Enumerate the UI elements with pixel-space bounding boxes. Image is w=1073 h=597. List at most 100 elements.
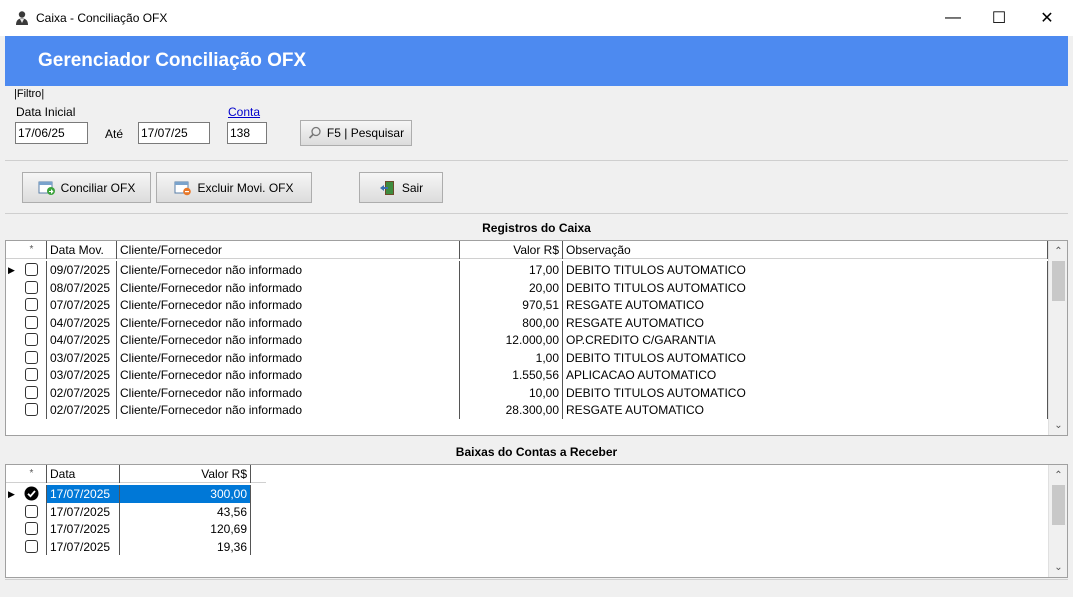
table-row[interactable]: 17/07/2025 43,56 [6, 502, 251, 520]
checkbox-icon[interactable] [25, 385, 38, 399]
cell-observacao: DEBITO TITULOS AUTOMATICO [563, 261, 1048, 279]
cell-valor: 800,00 [460, 313, 563, 331]
row-checkbox[interactable] [17, 296, 47, 314]
row-indicator [6, 538, 17, 556]
pesquisar-button[interactable]: F5 | Pesquisar [300, 120, 412, 146]
row-checkbox[interactable] [17, 348, 47, 366]
row-indicator [6, 366, 17, 384]
table-row[interactable]: 03/07/2025 Cliente/Fornecedor não informa… [6, 348, 1048, 366]
scroll-up-icon[interactable]: ⌃ [1049, 467, 1067, 484]
col-data[interactable]: Data [47, 465, 120, 483]
cell-observacao: RESGATE AUTOMATICO [563, 313, 1048, 331]
checked-icon[interactable] [24, 486, 39, 501]
cell-valor: 43,56 [120, 502, 251, 520]
scroll-thumb[interactable] [1052, 485, 1065, 525]
conciliar-label: Conciliar OFX [60, 180, 136, 195]
checkbox-icon[interactable] [25, 522, 38, 536]
row-checkbox[interactable] [17, 331, 47, 349]
conta-link[interactable]: Conta [228, 105, 260, 119]
table-row[interactable]: 07/07/2025 Cliente/Fornecedor não informa… [6, 296, 1048, 314]
conta-input[interactable] [227, 122, 267, 144]
cell-valor: 300,00 [120, 485, 251, 503]
table-row[interactable]: 17/07/2025 120,69 [6, 520, 251, 538]
cell-cliente: Cliente/Fornecedor não informado [117, 383, 460, 401]
col-data-mov[interactable]: Data Mov. [47, 241, 117, 259]
cell-cliente: Cliente/Fornecedor não informado [117, 296, 460, 314]
checkbox-icon[interactable] [25, 263, 38, 277]
cell-data: 17/07/2025 [47, 502, 120, 520]
scroll-down-icon[interactable]: ⌄ [1049, 417, 1067, 434]
data-inicial-input[interactable] [15, 122, 88, 144]
conciliar-ofx-button[interactable]: Conciliar OFX [22, 172, 151, 203]
row-indicator [6, 331, 17, 349]
row-checkbox[interactable] [17, 366, 47, 384]
cell-valor: 19,36 [120, 537, 251, 555]
row-checkbox[interactable] [17, 313, 47, 331]
window-title: Caixa - Conciliação OFX [36, 11, 168, 25]
checkbox-icon[interactable] [25, 368, 38, 382]
row-checkbox[interactable] [17, 278, 47, 296]
scroll-up-icon[interactable]: ⌃ [1049, 243, 1067, 260]
data-final-input[interactable] [138, 122, 210, 144]
row-checkbox[interactable] [17, 485, 47, 503]
table-row[interactable]: ▶ 17/07/2025 300,00 [6, 485, 251, 503]
excluir-movi-ofx-button[interactable]: Excluir Movi. OFX [156, 172, 312, 203]
table-row[interactable]: ▶ 09/07/2025 Cliente/Fornecedor não inform… [6, 261, 1048, 279]
checkbox-icon[interactable] [25, 350, 38, 364]
row-checkbox[interactable] [17, 261, 47, 279]
checkbox-icon[interactable] [25, 504, 38, 518]
registros-scrollbar[interactable]: ⌃ ⌄ [1048, 241, 1067, 435]
window: Caixa - Conciliação OFX — ☐ ✕ Gerenciado… [0, 0, 1073, 597]
cell-valor: 17,00 [460, 261, 563, 279]
cell-cliente: Cliente/Fornecedor não informado [117, 348, 460, 366]
table-row[interactable]: 04/07/2025 Cliente/Fornecedor não informa… [6, 331, 1048, 349]
table-row[interactable]: 04/07/2025 Cliente/Fornecedor não informa… [6, 313, 1048, 331]
table-row[interactable]: 08/07/2025 Cliente/Fornecedor não informa… [6, 278, 1048, 296]
row-checkbox[interactable] [17, 520, 47, 538]
checkbox-icon[interactable] [25, 315, 38, 329]
scroll-down-icon[interactable]: ⌄ [1049, 559, 1067, 576]
ate-label: Até [105, 127, 124, 141]
checkbox-icon[interactable] [25, 280, 38, 294]
cell-data-mov: 03/07/2025 [47, 348, 117, 366]
filter-group: |Filtro| Data Inicial Até Conta F5 | Pes… [5, 86, 1068, 161]
minimize-button[interactable]: — [930, 0, 976, 36]
table-row[interactable]: 02/07/2025 Cliente/Fornecedor não informa… [6, 401, 1048, 419]
baixas-scrollbar[interactable]: ⌃ ⌄ [1048, 465, 1067, 577]
row-indicator-icon: ▶ [8, 264, 15, 275]
row-indicator-icon: ▶ [8, 488, 15, 499]
sair-button[interactable]: Sair [359, 172, 443, 203]
page-title: Gerenciador Conciliação OFX [38, 50, 307, 71]
scroll-thumb[interactable] [1052, 261, 1065, 301]
table-row[interactable]: 03/07/2025 Cliente/Fornecedor não informa… [6, 366, 1048, 384]
cell-observacao: RESGATE AUTOMATICO [563, 296, 1048, 314]
cell-valor: 1.550,56 [460, 366, 563, 384]
status-bar [5, 579, 1068, 597]
table-row[interactable]: 02/07/2025 Cliente/Fornecedor não informa… [6, 383, 1048, 401]
col-observacao[interactable]: Observação [563, 241, 1048, 259]
col-valor[interactable]: Valor R$ [120, 465, 251, 483]
checkbox-icon[interactable] [25, 403, 38, 417]
checkbox-icon[interactable] [25, 539, 38, 553]
cell-data-mov: 07/07/2025 [47, 296, 117, 314]
col-valor[interactable]: Valor R$ [460, 241, 563, 259]
cell-data: 17/07/2025 [47, 520, 120, 538]
cell-data-mov: 02/07/2025 [47, 383, 117, 401]
checkbox-icon[interactable] [25, 298, 38, 312]
baixas-grid[interactable]: * Data Valor R$ ▶ 17/07/2025 300,00 17/07/2… [5, 464, 1068, 578]
cell-valor: 970,51 [460, 296, 563, 314]
row-checkbox[interactable] [17, 537, 47, 555]
table-row[interactable]: 17/07/2025 19,36 [6, 537, 251, 556]
registros-grid[interactable]: * Data Mov. Cliente/Fornecedor Valor R$ … [5, 240, 1068, 436]
col-cliente[interactable]: Cliente/Fornecedor [117, 241, 460, 259]
filter-legend: |Filtro| [14, 88, 45, 100]
row-checkbox[interactable] [17, 383, 47, 401]
row-checkbox[interactable] [17, 502, 47, 520]
checkbox-icon[interactable] [25, 333, 38, 347]
maximize-button[interactable]: ☐ [976, 0, 1022, 36]
close-button[interactable]: ✕ [1024, 0, 1070, 36]
sair-label: Sair [401, 180, 424, 195]
cell-cliente: Cliente/Fornecedor não informado [117, 366, 460, 384]
row-checkbox[interactable] [17, 401, 47, 419]
exit-door-icon [379, 180, 394, 195]
